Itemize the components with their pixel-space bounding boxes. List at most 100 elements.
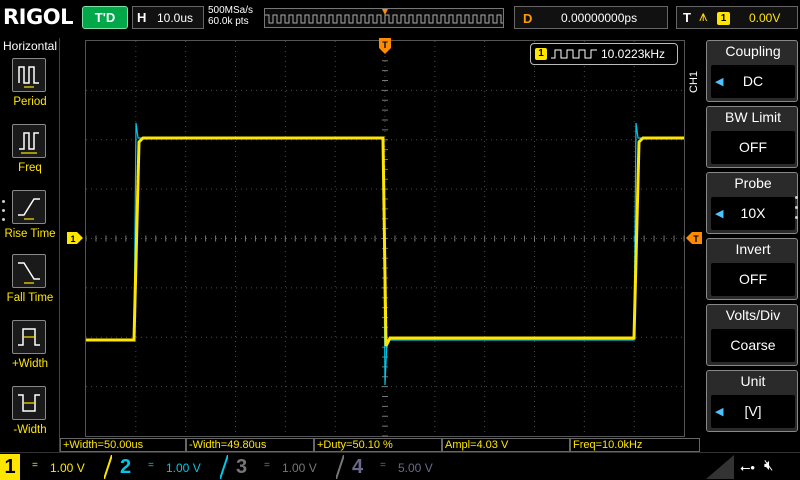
menu-unit-title: Unit (740, 373, 766, 389)
trigger-label: T (683, 10, 691, 25)
channel-3-coupling: = (264, 460, 270, 471)
square-wave-icon (551, 49, 597, 59)
trigger-position-marker-icon[interactable]: T (378, 38, 392, 56)
rise-time-icon (12, 190, 46, 224)
speaker-mute-icon[interactable]: 🔇︎ (764, 457, 773, 474)
frequency-counter: 1 10.0223kHz (530, 43, 678, 65)
channel-separator-icon (220, 455, 228, 479)
delay-box[interactable]: D 0.00000000ps (514, 6, 668, 29)
sidebar-label-rise-time: Rise Time (4, 228, 56, 240)
channel-4-scale: 5.00 V (398, 461, 433, 475)
corner-triangle-icon (706, 455, 734, 479)
channel-2-number: 2 (120, 456, 132, 478)
menu-coupling[interactable]: Coupling ◀ DC (706, 40, 798, 102)
channel-1-coupling: = (32, 460, 38, 471)
menu-volts-div-value: Coarse (730, 337, 776, 353)
menu-coupling-value: DC (742, 73, 764, 89)
menu-unit[interactable]: Unit ◀ [V] (706, 370, 798, 432)
sidebar-label-freq: Freq (18, 162, 42, 174)
memory-depth: 60.0k pts (208, 16, 249, 27)
memory-position-strip[interactable] (264, 8, 506, 28)
menu-unit-value: [V] (744, 403, 762, 419)
acquisition-info: 500MSa/s 60.0k pts (208, 5, 253, 27)
menu-volts-div-title: Volts/Div (725, 307, 781, 323)
run-status-badge[interactable]: T'D (82, 6, 128, 29)
channel-3-scale: 1.00 V (282, 461, 317, 475)
period-icon (12, 58, 46, 92)
menu-coupling-title: Coupling (725, 43, 781, 59)
channel-3-status[interactable]: 3 = 1.00 V (232, 454, 346, 480)
measurement-pos-width[interactable]: +Width=50.00us (60, 438, 186, 452)
ch1-offset-marker-icon[interactable]: 1 (67, 232, 83, 244)
fall-time-icon (12, 254, 46, 288)
ch1-marker-text: 1 (70, 234, 75, 244)
trigger-box[interactable]: T ⩚ 1 0.00V (676, 6, 798, 29)
channel-3-number: 3 (236, 456, 248, 478)
timebase-label: H (137, 10, 147, 25)
waveform-display[interactable] (85, 40, 685, 437)
menu-invert-value: OFF (739, 271, 767, 287)
neg-width-icon (12, 386, 46, 420)
svg-text:T: T (693, 234, 699, 244)
memory-waveform-icon (265, 9, 506, 24)
channel-status-bar: 1 = 1.00 V 2 = 1.00 V 3 = 1.00 V 4 = 5.0… (0, 452, 800, 480)
rising-edge-icon: ⩚ (699, 8, 708, 25)
menu-probe-value: 10X (740, 205, 766, 221)
frequency-counter-channel: 1 (535, 48, 547, 60)
channel-4-status[interactable]: 4 = 5.00 V (348, 454, 462, 480)
measurement-neg-width[interactable]: -Width=49.80us (186, 438, 314, 452)
timebase-box[interactable]: H 10.0us (132, 6, 204, 29)
channel-2-status[interactable]: 2 = 1.00 V (116, 454, 230, 480)
channel-1-number: 1 (0, 454, 20, 480)
delay-value: 0.00000000ps (561, 11, 638, 25)
pos-width-icon (12, 320, 46, 354)
channel-separator-icon (336, 455, 344, 479)
sidebar-item-period[interactable]: Period (0, 58, 60, 122)
menu-bw-limit-value: OFF (739, 139, 767, 155)
waveform-grid (86, 41, 685, 437)
channel-1-scale: 1.00 V (50, 461, 85, 475)
sidebar-item-pos-width[interactable]: +Width (0, 320, 60, 384)
trigger-level-value: 0.00V (749, 11, 781, 25)
menu-probe[interactable]: Probe ◀ 10X (706, 172, 798, 234)
channel-menu-tab[interactable]: CH1 (688, 62, 702, 102)
menu-invert[interactable]: Invert OFF (706, 238, 798, 300)
channel-2-scale: 1.00 V (166, 461, 201, 475)
sidebar-item-fall-time[interactable]: Fall Time (0, 254, 60, 318)
sidebar-item-neg-width[interactable]: -Width (0, 386, 60, 450)
menu-volts-div[interactable]: Volts/Div Coarse (706, 304, 798, 366)
trigger-level-marker-icon[interactable]: T (686, 232, 702, 244)
trigger-source-badge: 1 (717, 12, 730, 25)
measurement-bar: +Width=50.00us -Width=49.80us +Duty=50.1… (60, 438, 700, 452)
sidebar-label-pos-width: +Width (11, 358, 49, 370)
sidebar-label-fall-time: Fall Time (6, 292, 54, 304)
sidebar-item-freq[interactable]: Freq (0, 124, 60, 188)
channel-2-coupling: = (148, 460, 154, 471)
menu-scroll-indicator (795, 196, 798, 226)
measurement-amplitude[interactable]: Ampl=4.03 V (442, 438, 570, 452)
menu-probe-title: Probe (734, 175, 772, 191)
sample-rate: 500MSa/s (208, 5, 254, 16)
sidebar-label-neg-width: -Width (13, 424, 47, 436)
freq-icon (12, 124, 46, 158)
timebase-value: 10.0us (157, 11, 194, 25)
channel-4-number: 4 (352, 456, 364, 478)
menu-bw-limit[interactable]: BW Limit OFF (706, 106, 798, 168)
channel-separator-icon (104, 455, 112, 479)
frequency-counter-value: 10.0223kHz (601, 47, 666, 61)
channel-menu: Coupling ◀ DC BW Limit OFF Probe ◀ 10X Inv… (703, 38, 800, 452)
sidebar-title: Horizontal (2, 39, 58, 53)
sidebar-label-period: Period (13, 96, 47, 108)
brand-logo: RIGOL (3, 5, 73, 29)
usb-icon: ⭠• (740, 460, 755, 475)
channel-4-coupling: = (380, 460, 386, 471)
measurement-pos-duty[interactable]: +Duty=50.10 % (314, 438, 442, 452)
sidebar-item-rise-time[interactable]: Rise Time (0, 190, 60, 254)
memory-trigger-marker-icon (382, 9, 388, 15)
top-status-bar: RIGOL T'D H 10.0us 500MSa/s 60.0k pts D … (0, 0, 800, 38)
channel-1-status[interactable]: 1 = 1.00 V (0, 454, 114, 480)
trigger-marker-text: T (382, 40, 388, 50)
measure-sidebar: Horizontal Period Freq Rise Time Fall Ti… (0, 38, 60, 452)
menu-invert-title: Invert (735, 241, 771, 257)
measurement-frequency[interactable]: Freq=10.0kHz (570, 438, 700, 452)
